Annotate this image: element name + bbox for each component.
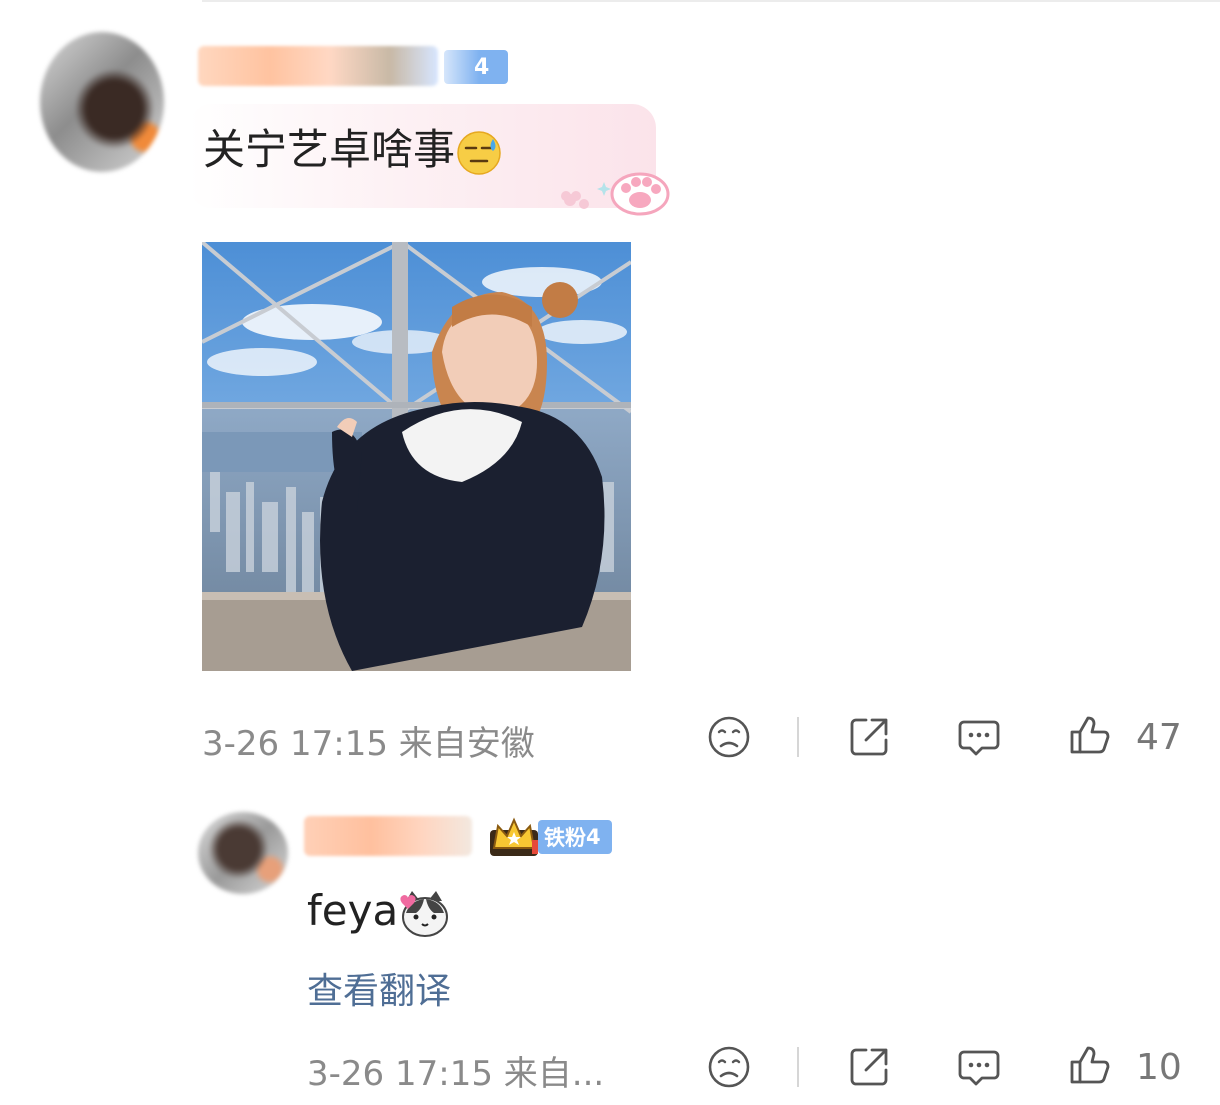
comment-text: 关宁艺卓啥事 (203, 122, 503, 178)
reply-text-content: feya (307, 886, 399, 935)
reply-username-blurred[interactable] (304, 816, 472, 856)
like-thumb-icon[interactable] (1066, 1042, 1112, 1088)
username-blurred[interactable] (198, 46, 438, 86)
sweat-smile-emoji-icon (457, 130, 501, 175)
reply-avatar[interactable] (198, 812, 288, 894)
iron-fan-badge: 铁粉 4 (538, 820, 612, 854)
like-thumb-icon[interactable] (1066, 712, 1112, 758)
like-count: 47 (1136, 717, 1182, 758)
comment-photo[interactable] (202, 242, 631, 671)
comment-icon[interactable] (956, 714, 1002, 760)
fan-level-badge: 4 (444, 50, 508, 84)
share-icon[interactable] (846, 714, 892, 760)
fan-level-number: 4 (474, 54, 490, 80)
paw-sticker-icon (561, 172, 670, 216)
reply-timestamp-location: 3-26 17:15 来自... (307, 1054, 605, 1094)
share-icon[interactable] (846, 1044, 892, 1090)
top-divider (202, 0, 1220, 2)
crown-icon (490, 817, 538, 856)
action-divider (797, 717, 799, 757)
cat-heart-emoji-icon (400, 890, 449, 937)
dislike-face-icon[interactable] (706, 714, 752, 760)
comment-icon[interactable] (956, 1044, 1002, 1090)
dislike-face-icon[interactable] (706, 1044, 752, 1090)
avatar[interactable] (40, 32, 164, 172)
action-divider (797, 1047, 799, 1087)
iron-fan-badge-label: 铁粉 (544, 826, 586, 850)
comment-text-content: 关宁艺卓啥事 (203, 125, 456, 174)
comment-timestamp-location: 3-26 17:15 来自安徽 (202, 724, 535, 764)
reply-text: feya (307, 884, 450, 939)
iron-fan-level: 4 (586, 825, 601, 849)
view-translation-link[interactable]: 查看翻译 (307, 962, 451, 1014)
reply-like-count: 10 (1136, 1047, 1182, 1088)
